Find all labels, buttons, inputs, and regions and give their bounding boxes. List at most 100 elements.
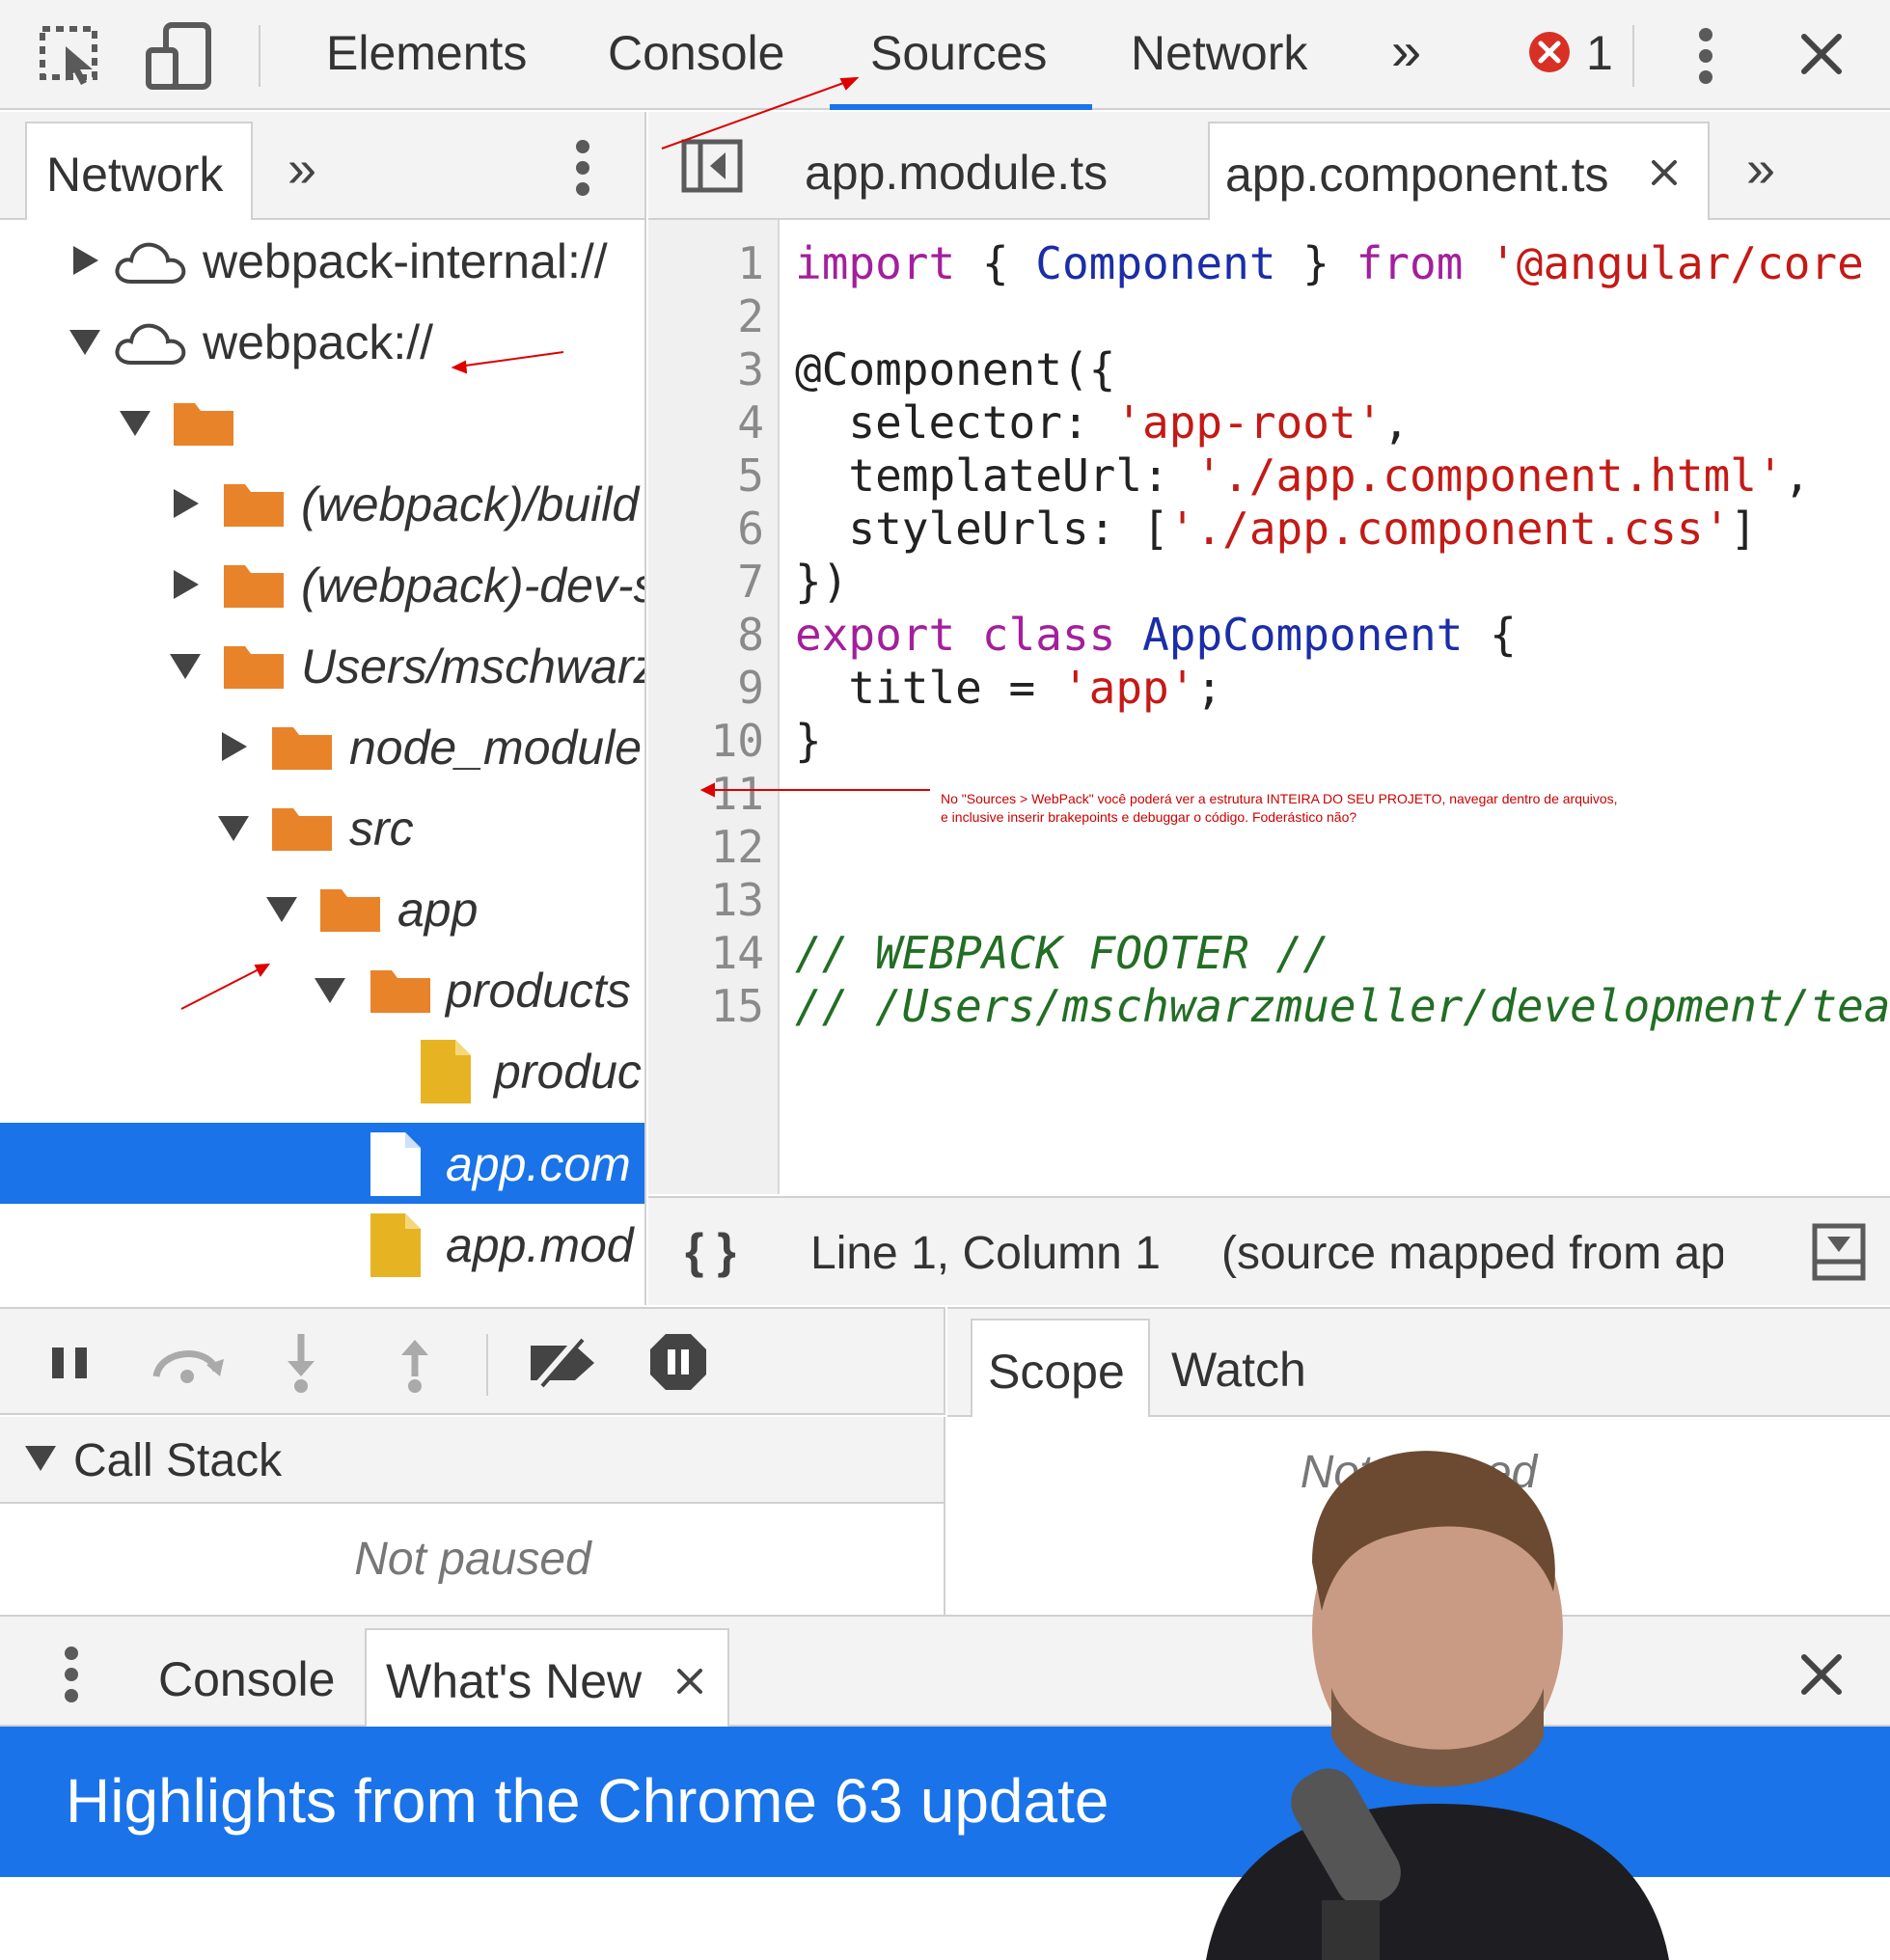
tab-watch[interactable]: Watch (1171, 1342, 1306, 1398)
tree-item-products-file[interactable]: produc (0, 1030, 644, 1111)
pretty-print-icon[interactable]: { } (685, 1223, 736, 1279)
tree-item-webpack-build[interactable]: (webpack)/build (0, 463, 644, 544)
deactivate-breakpoints-icon[interactable] (527, 1338, 604, 1388)
tree-item-folder-root[interactable] (0, 382, 644, 463)
tab-label: app.component.ts (1225, 148, 1609, 202)
tree-item-label: node_module (349, 721, 643, 775)
collapse-arrow-icon[interactable] (25, 1446, 56, 1471)
error-icon[interactable] (1528, 31, 1571, 73)
more-tabs-icon[interactable]: » (1746, 139, 1775, 199)
toggle-navigator-icon[interactable] (681, 139, 743, 193)
source-map-link[interactable]: (source mapped from ap (1221, 1227, 1723, 1280)
code-line: } (795, 715, 822, 767)
tab-sources[interactable]: Sources (870, 25, 1047, 81)
line-number[interactable]: 9 (668, 662, 764, 714)
close-tab-icon[interactable] (1650, 158, 1679, 187)
tab-app-module[interactable]: app.module.ts (805, 145, 1108, 201)
tree-item-webpack-internal[interactable]: webpack-internal:// (0, 220, 644, 301)
annotation-line: No "Sources > WebPack" você poderá ver a… (941, 791, 1618, 806)
call-stack-body: Not paused (0, 1504, 945, 1615)
editor-status-bar: { } Line 1, Column 1 (source mapped from… (648, 1196, 1890, 1305)
tab-scope[interactable]: Scope (971, 1319, 1150, 1419)
tree-item-users[interactable]: Users/mschwarz (0, 625, 646, 706)
collapse-arrow-icon[interactable] (266, 897, 297, 922)
tree-item-src[interactable]: src (0, 787, 644, 868)
tab-app-component[interactable]: app.component.ts (1208, 122, 1710, 222)
step-out-icon[interactable] (396, 1332, 434, 1394)
tree-item-node-modules[interactable]: node_module (0, 706, 644, 787)
tree-item-label: Users/mschwarz (301, 640, 646, 694)
more-navigators-icon[interactable]: » (288, 139, 316, 199)
tab-label: Network (46, 148, 224, 202)
collapse-arrow-icon[interactable] (120, 411, 151, 436)
toggle-debugger-icon[interactable] (1812, 1223, 1866, 1281)
line-number[interactable]: 13 (668, 874, 764, 926)
line-number-gutter[interactable]: 1 2 3 4 5 6 7 8 9 10 11 12 13 14 15 (648, 220, 780, 1194)
code-line: title = 'app'; (795, 662, 1223, 714)
line-number[interactable]: 2 (668, 290, 764, 342)
tab-drawer-console[interactable]: Console (158, 1651, 335, 1707)
kebab-menu-icon[interactable] (1698, 27, 1713, 85)
tree-item-label: (webpack)/build (301, 477, 640, 531)
folder-icon (174, 403, 233, 446)
pause-on-exceptions-icon[interactable] (648, 1332, 708, 1392)
line-number[interactable]: 8 (668, 609, 764, 661)
tab-elements[interactable]: Elements (326, 25, 527, 81)
line-number[interactable]: 7 (668, 556, 764, 608)
code-line: // WEBPACK FOOTER // (795, 927, 1329, 979)
expand-arrow-icon[interactable] (174, 489, 199, 518)
tab-network-navigator[interactable]: Network (25, 122, 253, 220)
collapse-arrow-icon[interactable] (218, 816, 249, 841)
step-over-icon[interactable] (151, 1338, 224, 1384)
line-number[interactable]: 6 (668, 503, 764, 555)
code-line: // /Users/mschwarzmueller/development/te… (795, 980, 1890, 1032)
line-number[interactable]: 5 (668, 449, 764, 502)
tree-item-label: app.com (446, 1137, 631, 1191)
cloud-icon (115, 242, 186, 284)
device-toolbar-icon[interactable] (145, 21, 216, 91)
line-number[interactable]: 15 (668, 980, 764, 1032)
expand-arrow-icon[interactable] (222, 732, 247, 761)
error-count[interactable]: 1 (1586, 25, 1613, 81)
code-line: }) (795, 556, 849, 608)
pause-icon[interactable] (50, 1346, 89, 1380)
collapse-arrow-icon[interactable] (170, 654, 201, 679)
collapse-arrow-icon[interactable] (315, 978, 345, 1003)
tree-item-app-module[interactable]: app.mod (0, 1204, 644, 1285)
step-into-icon[interactable] (282, 1332, 320, 1394)
annotation-line: e inclusive inserir brakepoints e debugg… (941, 809, 1357, 825)
kebab-menu-icon[interactable] (575, 139, 590, 197)
code-editor[interactable]: import { Component } from '@angular/core… (781, 220, 1890, 1194)
more-tabs-icon[interactable]: » (1391, 19, 1421, 82)
code-line: @Component({ (795, 343, 1116, 395)
line-number[interactable]: 12 (668, 821, 764, 873)
file-tree: webpack-internal:// webpack:// (webpack)… (0, 220, 646, 1305)
call-stack-header[interactable]: Call Stack (0, 1417, 945, 1504)
tab-whats-new[interactable]: What's New (365, 1628, 729, 1729)
tree-item-products[interactable]: products (0, 949, 644, 1030)
tree-item-label: webpack-internal:// (203, 234, 608, 288)
close-tab-icon[interactable] (675, 1667, 704, 1696)
folder-icon (370, 970, 430, 1013)
tree-item-label: produc (494, 1045, 642, 1099)
line-number[interactable]: 10 (668, 715, 764, 767)
code-line: export class AppComponent { (795, 609, 1517, 661)
close-icon[interactable] (1800, 33, 1843, 75)
tree-item-webpack-dev-server[interactable]: (webpack)-dev-s (0, 544, 644, 625)
tree-item-app[interactable]: app (0, 868, 644, 949)
tab-network[interactable]: Network (1131, 25, 1307, 81)
line-number[interactable]: 1 (668, 237, 764, 289)
tab-console[interactable]: Console (608, 25, 784, 81)
tree-item-webpack[interactable]: webpack:// (0, 301, 644, 382)
expand-arrow-icon[interactable] (174, 570, 199, 599)
line-number[interactable]: 14 (668, 927, 764, 979)
inspect-element-icon[interactable] (39, 25, 106, 87)
line-number[interactable]: 4 (668, 396, 764, 449)
kebab-menu-icon[interactable] (64, 1646, 79, 1703)
line-number[interactable]: 11 (668, 768, 764, 820)
expand-arrow-icon[interactable] (73, 246, 98, 275)
tree-item-app-component[interactable]: app.com (0, 1123, 644, 1204)
line-number[interactable]: 3 (668, 343, 764, 395)
collapse-arrow-icon[interactable] (69, 330, 100, 355)
annotation-note: No "Sources > WebPack" você poderá ver a… (941, 790, 1664, 827)
